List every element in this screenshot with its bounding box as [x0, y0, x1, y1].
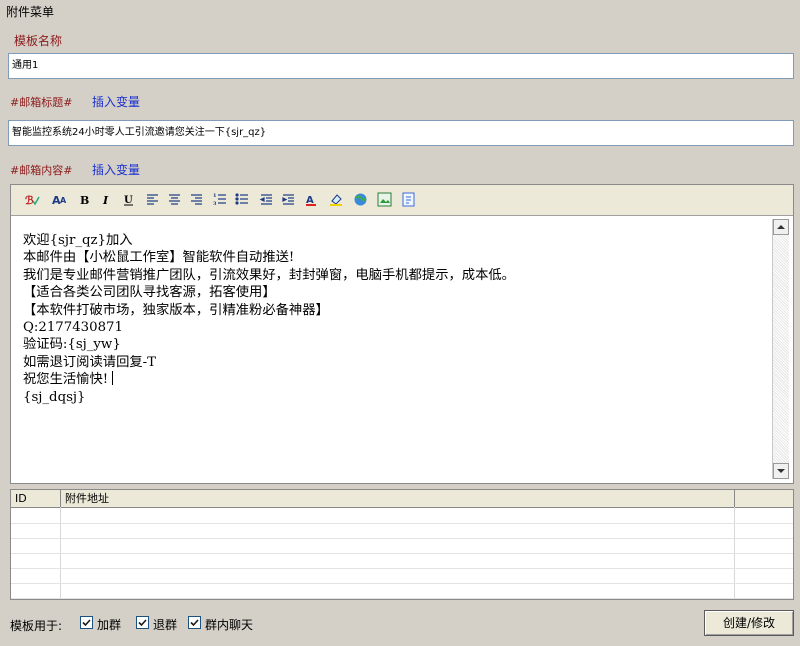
mail-subject-label: #邮箱标题#: [10, 96, 73, 109]
create-modify-button[interactable]: 创建/修改: [704, 610, 794, 636]
checkbox-join-group[interactable]: [80, 616, 93, 629]
indent-icon[interactable]: [281, 192, 296, 207]
table-row[interactable]: [11, 538, 793, 554]
checkmark-icon: [138, 619, 147, 627]
unordered-list-icon[interactable]: [235, 192, 250, 207]
content-line: 我们是专业邮件营销推广团队，引流效果好，封封弹窗，电脑手机都提示，成本低。: [23, 267, 515, 283]
content-line: 本邮件由【小松鼠工作室】智能软件自动推送!: [23, 250, 295, 266]
checkbox-leave-group-label[interactable]: 退群: [153, 616, 177, 633]
content-line: 欢迎{sjr_qz}加入: [23, 233, 133, 248]
checkbox-group-chat[interactable]: [188, 616, 201, 629]
outdent-icon[interactable]: [259, 192, 274, 207]
svg-text:U: U: [124, 195, 133, 206]
content-line: 【本软件打破市场，独家版本，引精准粉必备神器】: [23, 302, 329, 318]
insert-image-icon[interactable]: [377, 192, 392, 207]
italic-icon[interactable]: I: [99, 192, 114, 207]
column-header-id[interactable]: ID: [11, 490, 61, 507]
scroll-down-button[interactable]: [773, 463, 789, 479]
font-size-icon[interactable]: AA: [52, 192, 67, 207]
content-line: 祝您生活愉快!: [23, 371, 763, 388]
content-line: Q:2177430871: [23, 320, 123, 336]
align-left-icon[interactable]: [145, 192, 160, 207]
table-row[interactable]: [11, 553, 793, 569]
insert-link-icon[interactable]: [353, 192, 368, 207]
window-title: 附件菜单: [6, 5, 55, 19]
scroll-up-button[interactable]: [773, 219, 789, 235]
table-row[interactable]: [11, 568, 793, 584]
editor-toolbar: ℬ AA B I U 13 A: [11, 185, 793, 216]
column-header-path[interactable]: 附件地址: [61, 490, 735, 507]
checkmark-icon: [190, 619, 199, 627]
spellcheck-icon[interactable]: ℬ: [25, 192, 40, 207]
align-right-icon[interactable]: [189, 192, 204, 207]
mail-content-insert-variable-link[interactable]: 插入变量: [92, 161, 140, 178]
svg-text:I: I: [102, 194, 109, 207]
table-row[interactable]: [11, 583, 793, 599]
template-name-input[interactable]: 通用1: [8, 53, 794, 79]
ordered-list-icon[interactable]: 13: [213, 192, 228, 207]
view-source-icon[interactable]: [401, 192, 416, 207]
template-name-label: 模板名称: [14, 34, 63, 48]
mail-content-body[interactable]: 欢迎{sjr_qz}加入 本邮件由【小松鼠工作室】智能软件自动推送! 我们是专业…: [23, 232, 763, 406]
checkbox-leave-group[interactable]: [136, 616, 149, 629]
highlight-color-icon[interactable]: [329, 192, 344, 207]
font-color-icon[interactable]: A: [305, 192, 320, 207]
underline-icon[interactable]: U: [121, 192, 136, 207]
content-line: {sj_dqsj}: [23, 389, 86, 405]
mail-subject-input[interactable]: 智能监控系统24小时零人工引流邀请您关注一下{sjr_qz}: [8, 120, 794, 146]
editor-scrollbar[interactable]: [772, 219, 789, 479]
svg-text:B: B: [80, 194, 89, 207]
attachments-table-header: ID 附件地址: [11, 490, 793, 508]
svg-text:3: 3: [213, 201, 217, 207]
content-line-text: 祝您生活愉快!: [23, 372, 109, 388]
arrow-up-icon: [777, 225, 785, 229]
checkbox-join-group-label[interactable]: 加群: [97, 616, 121, 633]
table-row[interactable]: [11, 508, 793, 524]
align-center-icon[interactable]: [167, 192, 182, 207]
checkmark-icon: [82, 619, 91, 627]
svg-text:A: A: [60, 196, 67, 205]
content-line: 验证码:{sj_yw}: [23, 337, 121, 353]
mail-subject-insert-variable-link[interactable]: 插入变量: [92, 93, 140, 110]
svg-text:1: 1: [213, 193, 216, 199]
mail-content-label: #邮箱内容#: [10, 164, 73, 177]
table-row[interactable]: [11, 523, 793, 539]
rich-text-editor[interactable]: ℬ AA B I U 13 A 欢迎{sjr_qz}加入 本邮件由【小松鼠工作室…: [10, 184, 794, 484]
bold-icon[interactable]: B: [77, 192, 92, 207]
checkbox-group-chat-label[interactable]: 群内聊天: [205, 616, 253, 633]
text-cursor: [112, 371, 114, 386]
svg-text:ℬ: ℬ: [25, 194, 34, 207]
content-line: 如需退订阅读请回复-T: [23, 354, 157, 370]
arrow-down-icon: [777, 469, 785, 473]
attachments-table[interactable]: ID 附件地址: [10, 489, 794, 600]
content-line: 【适合各类公司团队寻找客源，拓客使用】: [23, 285, 276, 301]
template-usage-label: 模板用于:: [10, 619, 63, 633]
